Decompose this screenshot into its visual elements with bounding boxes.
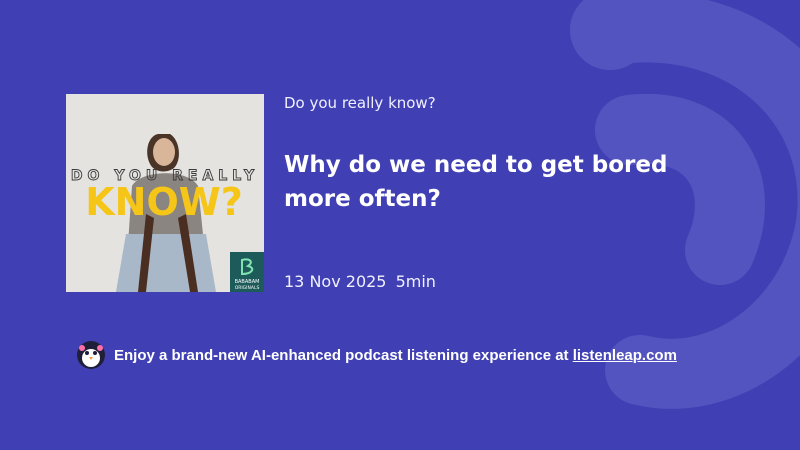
podcast-cover-art[interactable]: DO YOU REALLY KNOW? BABABAM ORIGINALS bbox=[66, 94, 264, 292]
badge-line-2: ORIGINALS bbox=[235, 285, 260, 291]
listenleap-link[interactable]: listenleap.com bbox=[573, 347, 677, 364]
cover-illustration: DO YOU REALLY KNOW? BABABAM ORIGINALS bbox=[66, 94, 264, 292]
background-logo-mark bbox=[570, 0, 800, 409]
promo-message: Enjoy a brand-new AI-enhanced podcast li… bbox=[114, 346, 573, 364]
episode-title[interactable]: Why do we need to get bored more often? bbox=[284, 148, 704, 216]
episode-date: 13 Nov 2025 bbox=[284, 272, 387, 291]
cover-headline-big: KNOW? bbox=[85, 180, 243, 224]
episode-duration: 5min bbox=[395, 272, 436, 291]
badge-line-1: BABABAM bbox=[235, 279, 260, 285]
episode-meta: 13 Nov 2025 5min bbox=[284, 272, 436, 291]
promo-banner: Enjoy a brand-new AI-enhanced podcast li… bbox=[76, 340, 677, 370]
promo-text: Enjoy a brand-new AI-enhanced podcast li… bbox=[114, 347, 677, 364]
penguin-icon bbox=[77, 341, 105, 369]
show-name[interactable]: Do you really know? bbox=[284, 94, 436, 112]
